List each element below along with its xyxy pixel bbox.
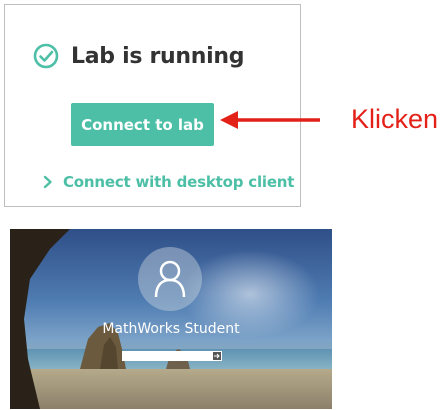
cave-edge: [10, 229, 70, 409]
status-row: Lab is running: [33, 43, 244, 69]
password-input[interactable]: [122, 351, 212, 361]
avatar: [138, 247, 202, 311]
arrow-left-icon: [220, 110, 322, 135]
user-icon: [154, 259, 186, 304]
login-username: MathWorks Student: [102, 321, 240, 337]
arrow-right-icon[interactable]: [212, 351, 222, 361]
chevron-right-icon: [43, 175, 53, 189]
klicken-annotation: Klicken: [351, 104, 439, 134]
connect-desktop-client-label: Connect with desktop client: [63, 173, 295, 191]
connect-to-lab-button[interactable]: Connect to lab: [71, 103, 214, 146]
windows-login-screen: MathWorks Student: [10, 229, 332, 409]
connect-desktop-client-link[interactable]: Connect with desktop client: [43, 173, 294, 191]
lab-status-card: Lab is running Connect to lab Connect wi…: [4, 4, 301, 207]
check-circle-icon: [33, 43, 59, 69]
lab-status-text: Lab is running: [71, 43, 245, 69]
